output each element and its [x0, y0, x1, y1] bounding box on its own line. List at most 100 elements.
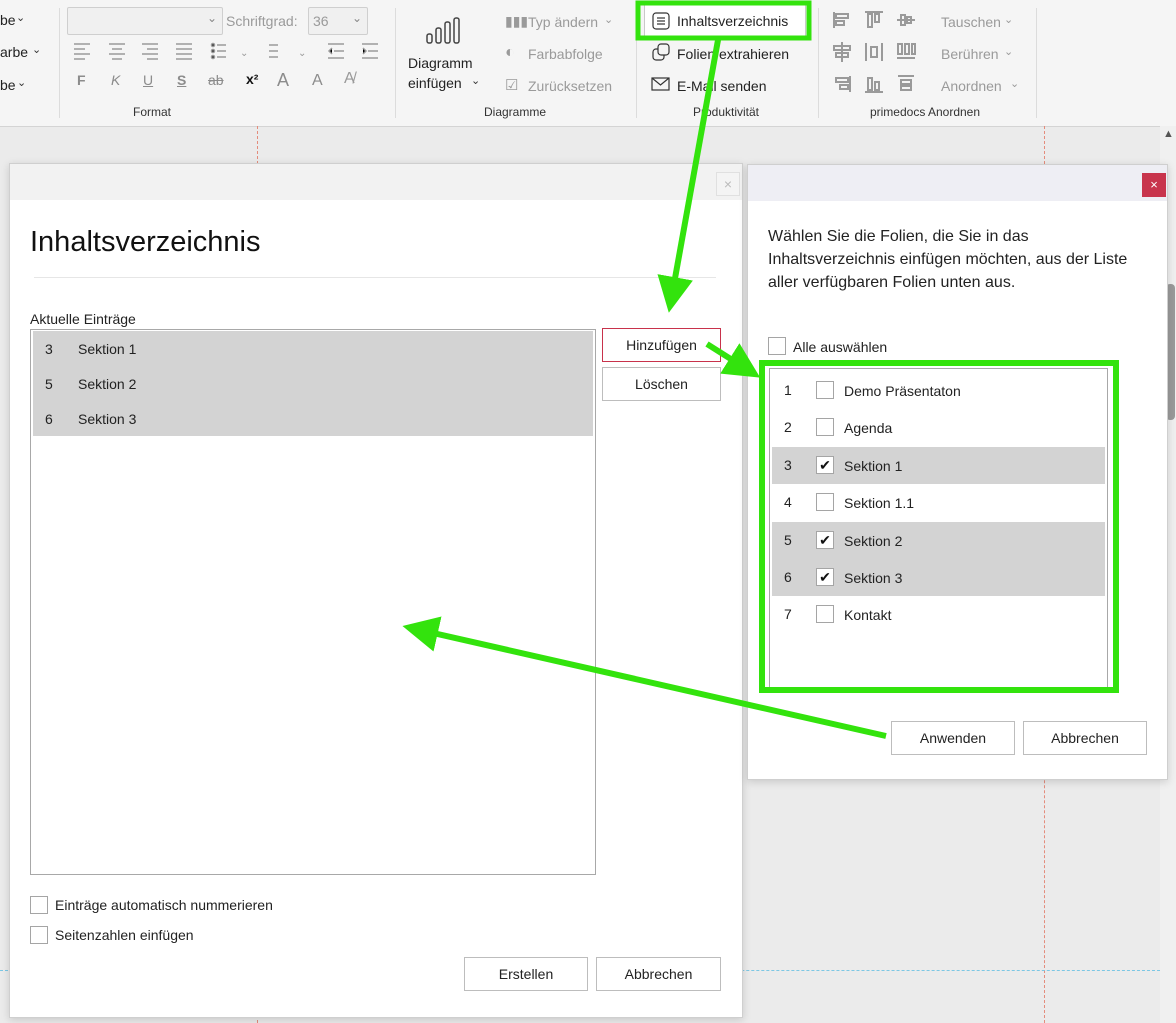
strikethrough-button[interactable]: ab: [208, 72, 224, 88]
slide-checkbox[interactable]: [816, 605, 834, 623]
ribbon-partial-3[interactable]: be: [0, 77, 16, 93]
indent-icon: [362, 43, 378, 59]
chevron-down-icon: ⌄: [1004, 14, 1014, 26]
slide-checkbox[interactable]: [816, 381, 834, 399]
slide-checkbox[interactable]: ✔: [816, 456, 834, 474]
align-middle-objects-icon: [897, 14, 915, 26]
italic-button[interactable]: K: [111, 72, 120, 88]
color-sequence-icon: ◐: [505, 44, 515, 61]
list-item[interactable]: 6 Sektion 3: [33, 401, 593, 436]
align-right-icon: [142, 43, 158, 60]
extract-slides-icon: [652, 43, 670, 61]
fontsize-combo[interactable]: 36 ⌄: [308, 7, 368, 35]
list-item[interactable]: 6 ✔ Sektion 3: [772, 559, 1105, 596]
chevron-down-icon: ⌄: [206, 11, 217, 25]
cancel-button[interactable]: Abbrechen: [1023, 721, 1147, 755]
grow-font-button[interactable]: A: [277, 70, 289, 91]
ribbon-partial-2[interactable]: arbe: [0, 44, 28, 60]
list-item[interactable]: 5 ✔ Sektion 2: [772, 522, 1105, 559]
page-numbers-checkbox[interactable]: [30, 926, 48, 944]
chevron-down-icon: ⌄: [32, 44, 42, 56]
scroll-up-icon[interactable]: ▲: [1163, 128, 1174, 140]
select-all-label: Alle auswählen: [793, 339, 888, 355]
cancel-button[interactable]: Abbrechen: [596, 957, 721, 991]
list-item[interactable]: 2 Agenda: [772, 409, 1105, 446]
beruehren-button[interactable]: Berühren: [941, 46, 999, 62]
diagramm-einfuegen-line1[interactable]: Diagramm: [408, 55, 473, 71]
list-item[interactable]: 5 Sektion 2: [33, 366, 593, 401]
auto-number-checkbox[interactable]: [30, 896, 48, 914]
entry-number: 3: [45, 341, 53, 357]
distribute-v-icon: [897, 43, 916, 59]
bullet-list-icon: [210, 42, 226, 60]
select-all-checkbox[interactable]: [768, 337, 786, 355]
distribute-h-icon: [865, 43, 883, 61]
ribbon-separator: [59, 8, 60, 118]
slide-label: Sektion 3: [844, 570, 903, 586]
slides-list[interactable]: 1 Demo Präsentaton 2 Agenda 3 ✔ Sektion …: [769, 368, 1108, 690]
slide-checkbox[interactable]: ✔: [816, 568, 834, 586]
inhaltsverzeichnis-button[interactable]: Inhaltsverzeichnis: [644, 4, 806, 38]
clear-format-icon[interactable]: A̸: [344, 70, 355, 88]
font-combo[interactable]: ⌄: [67, 7, 223, 35]
close-icon[interactable]: ×: [716, 172, 740, 196]
typ-aendern-button[interactable]: Typ ändern: [528, 14, 598, 30]
toc-dialog: × Inhaltsverzeichnis Aktuelle Einträge 3…: [9, 163, 743, 1018]
apply-button[interactable]: Anwenden: [891, 721, 1015, 755]
align-bottom-objects-icon: [865, 77, 883, 93]
underline-button[interactable]: U: [143, 72, 153, 88]
list-item[interactable]: 3 ✔ Sektion 1: [772, 447, 1105, 484]
align-right-objects-icon: [835, 76, 851, 92]
fontsize-value: 36: [313, 13, 329, 29]
chart-type-icon: ▮▮▮: [505, 13, 529, 29]
tauschen-button[interactable]: Tauschen: [941, 14, 1001, 30]
entry-number: 5: [45, 376, 53, 392]
zuruecksetzen-button[interactable]: Zurücksetzen: [528, 78, 612, 94]
list-item[interactable]: 4 Sektion 1.1: [772, 484, 1105, 521]
list-item[interactable]: 1 Demo Präsentaton: [772, 372, 1105, 409]
same-size-icon: [898, 75, 914, 91]
group-label-anordnen: primedocs Anordnen: [869, 105, 981, 119]
superscript-button[interactable]: x²: [246, 71, 258, 87]
shrink-font-button[interactable]: A: [312, 72, 323, 90]
align-tools-grid: [833, 11, 916, 93]
slide-checkbox[interactable]: ✔: [816, 531, 834, 549]
add-button[interactable]: Hinzufügen: [602, 328, 721, 362]
slide-label: Demo Präsentaton: [844, 383, 961, 399]
close-icon[interactable]: ×: [1142, 173, 1166, 197]
toc-icon: [652, 12, 670, 30]
outdent-icon: [327, 43, 344, 59]
chevron-down-icon: ⌄: [471, 75, 481, 87]
current-entries-list[interactable]: 3 Sektion 1 5 Sektion 2 6 Sektion 3: [30, 329, 596, 875]
email-senden-button[interactable]: E-Mail senden: [677, 78, 767, 94]
create-button[interactable]: Erstellen: [464, 957, 588, 991]
entry-label: Sektion 2: [78, 376, 137, 392]
ribbon-separator: [818, 8, 819, 118]
farbabfolge-button[interactable]: Farbabfolge: [528, 46, 603, 62]
chevron-down-icon: ⌄: [16, 12, 26, 24]
align-top-objects-icon: [865, 11, 883, 28]
paragraph-toolbar: ⌄ ⌄: [74, 42, 378, 60]
ribbon-partial-1[interactable]: be: [0, 12, 16, 28]
slide-checkbox[interactable]: [816, 418, 834, 436]
checkmark-icon: ✔: [819, 569, 831, 585]
list-item[interactable]: 7 Kontakt: [772, 596, 1105, 633]
delete-button[interactable]: Löschen: [602, 367, 721, 401]
ribbon-separator: [636, 8, 637, 118]
list-item[interactable]: 3 Sektion 1: [33, 331, 593, 366]
folien-extrahieren-button[interactable]: Folien extrahieren: [677, 46, 789, 62]
anordnen-button[interactable]: Anordnen: [941, 78, 1002, 94]
diagramm-einfuegen-line2[interactable]: einfügen: [408, 75, 462, 91]
chevron-down-icon: ⌄: [1004, 46, 1014, 58]
slide-label: Sektion 1: [844, 458, 903, 474]
slide-checkbox[interactable]: [816, 493, 834, 511]
shadow-button[interactable]: S: [177, 72, 186, 88]
divider: [34, 277, 716, 278]
current-entries-label: Aktuelle Einträge: [30, 311, 136, 327]
ribbon-separator: [1036, 8, 1037, 118]
slide-label: Kontakt: [844, 607, 892, 623]
bold-button[interactable]: F: [77, 72, 86, 88]
slide-select-dialog: × Wählen Sie die Folien, die Sie in das …: [747, 164, 1168, 780]
slide-number: 3: [784, 457, 792, 473]
align-left-objects-icon: [833, 12, 849, 28]
